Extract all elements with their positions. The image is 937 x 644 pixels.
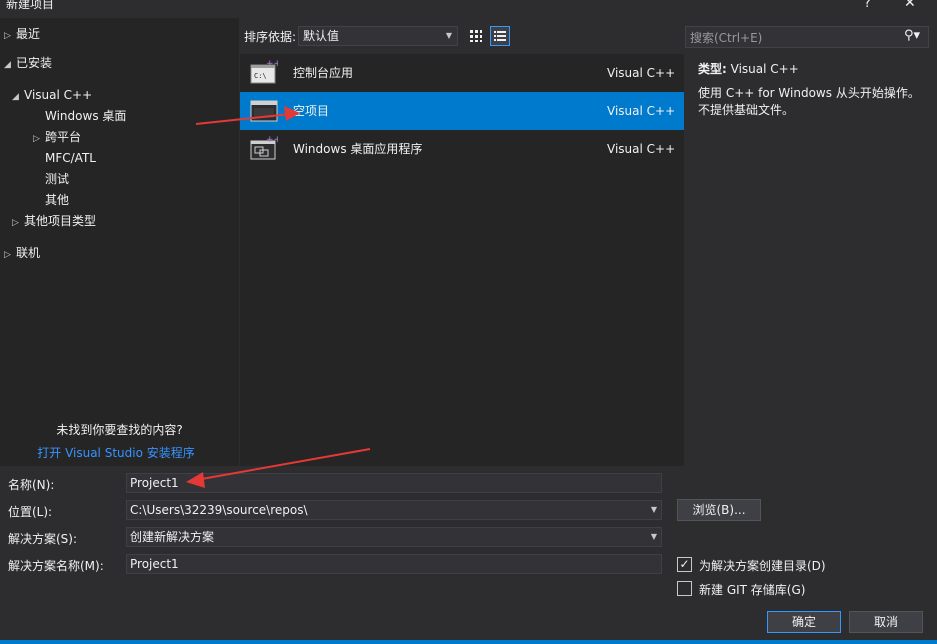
description-text: 使用 C++ for Windows 从头开始操作。不提供基础文件。 [698,86,920,117]
tree-item-other-project-types[interactable]: ▷ 其他项目类型 [12,211,96,231]
tree-item-label: Windows 桌面 [45,109,127,123]
template-list-panel: 排序依据: 默认值 ▼ C:\ ++ 控制台应用 Visual C++ 空项目 … [240,18,684,466]
expand-arrow-icon[interactable]: ▷ [33,129,45,149]
search-input[interactable]: 搜索(Ctrl+E) ⚲▾ [685,26,929,48]
template-name: 空项目 [293,104,330,118]
expand-arrow-icon[interactable]: ▷ [4,245,16,265]
tree-item-label: Visual C++ [24,88,93,102]
close-button[interactable]: ✕ [904,0,916,11]
not-found-text: 未找到你要查找的内容? [56,423,183,437]
solution-dropdown[interactable]: 创建新解决方案 ▼ [126,527,662,547]
template-language: Visual C++ [607,66,676,80]
cancel-button[interactable]: 取消 [849,611,923,633]
location-value: C:\Users\32239\source\repos\ [130,503,308,517]
template-item-desktop-app[interactable]: ++ Windows 桌面应用程序 Visual C++ [240,130,684,168]
empty-project-icon [250,100,278,122]
tree-item-visual-cpp[interactable]: ◢ Visual C++ [12,85,92,105]
description-type-label: 类型: [698,62,727,76]
bottom-accent-strip [0,640,937,644]
help-button[interactable]: ? [864,0,871,11]
tree-item-label: 其他 [45,193,70,207]
svg-text:C:\: C:\ [254,72,267,80]
tree-item-mfc-atl[interactable]: MFC/ATL [33,148,96,168]
create-directory-label: 为解决方案创建目录(D) [699,559,826,573]
tree-item-installed[interactable]: ◢ 已安装 [4,53,52,73]
chevron-down-icon[interactable]: ▼ [651,501,657,519]
solution-name-value: Project1 [130,557,179,571]
sort-bar: 排序依据: 默认值 ▼ [240,18,684,54]
search-icon[interactable]: ⚲▾ [904,28,920,43]
tree-item-label: MFC/ATL [45,151,96,165]
solution-name-label: 解决方案名称(M): [8,559,104,573]
template-category-tree: ▷ 最近 ◢ 已安装 ◢ Visual C++ Windows 桌面 ▷ 跨平台 MFC… [0,18,239,466]
git-repo-label: 新建 GIT 存储库(G) [699,583,806,597]
console-app-icon: C:\ ++ [250,59,278,84]
template-item-console-app[interactable]: C:\ ++ 控制台应用 Visual C++ [240,54,684,92]
solution-name-field[interactable]: Project1 [126,554,662,574]
search-placeholder: 搜索(Ctrl+E) [690,31,763,45]
chevron-down-icon[interactable]: ▼ [651,528,657,546]
tree-item-label: 最近 [16,27,41,41]
name-value: Project1 [130,476,179,490]
tree-item-recent[interactable]: ▷ 最近 [4,24,40,44]
template-language: Visual C++ [607,104,676,118]
svg-text:++: ++ [266,59,278,69]
sort-label: 排序依据: [244,30,297,44]
window-title: 新建项目 [6,0,55,11]
tree-item-online[interactable]: ▷ 联机 [4,243,40,263]
tree-item-label: 跨平台 [45,130,82,144]
desktop-app-icon: ++ [250,135,278,160]
name-label: 名称(N): [8,478,55,492]
solution-label: 解决方案(S): [8,532,78,546]
solution-value: 创建新解决方案 [130,530,215,544]
tree-item-label: 测试 [45,172,70,186]
tree-item-label: 已安装 [16,56,53,70]
tree-item-cross-platform[interactable]: ▷ 跨平台 [33,127,81,147]
create-directory-checkbox[interactable]: ✓ [677,557,692,572]
collapse-arrow-icon[interactable]: ◢ [4,55,16,75]
tree-item-test[interactable]: 测试 [33,169,69,189]
template-language: Visual C++ [607,142,676,156]
template-name: 控制台应用 [293,66,354,80]
svg-text:++: ++ [266,135,278,145]
location-label: 位置(L): [8,505,53,519]
expand-arrow-icon[interactable]: ▷ [4,26,16,46]
sort-dropdown[interactable]: 默认值 ▼ [298,26,458,46]
template-name: Windows 桌面应用程序 [293,142,423,156]
title-bar: 新建项目 ? ✕ [0,0,937,18]
collapse-arrow-icon[interactable]: ◢ [12,87,24,107]
template-item-empty-project[interactable]: 空项目 Visual C++ [240,92,684,130]
browse-button[interactable]: 浏览(B)... [677,499,761,521]
location-field[interactable]: C:\Users\32239\source\repos\ ▼ [126,500,662,520]
ok-button[interactable]: 确定 [767,611,841,633]
name-field[interactable]: Project1 [126,473,662,493]
list-view-button[interactable] [490,26,510,46]
tree-item-label: 其他项目类型 [24,214,97,228]
grid-view-button[interactable] [466,26,486,46]
open-installer-link[interactable]: 打开 Visual Studio 安装程序 [0,444,232,461]
description-type-value: Visual C++ [730,62,799,76]
tree-item-other[interactable]: 其他 [33,190,69,210]
git-repo-checkbox[interactable] [677,581,692,596]
grid-view-icon [470,30,482,42]
sort-value: 默认值 [303,29,340,43]
list-view-icon [494,31,506,41]
tree-item-label: 联机 [16,246,41,260]
tree-item-windows-desktop[interactable]: Windows 桌面 [33,106,126,126]
description-type: 类型: Visual C++ [698,60,799,77]
chevron-down-icon: ▼ [445,31,452,40]
expand-arrow-icon[interactable]: ▷ [12,213,24,233]
